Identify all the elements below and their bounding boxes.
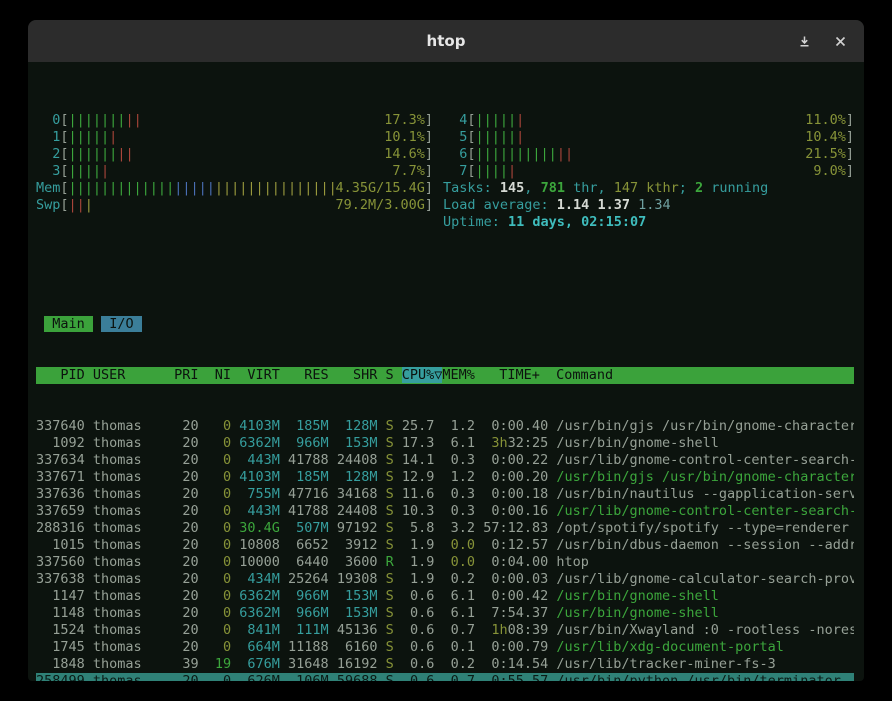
meter-value: 10.1% bbox=[384, 129, 425, 146]
meter-track: |||||||||||||||||||||||||||||||||| bbox=[69, 180, 336, 197]
terminal-window: htop 0[|||||||||17.3%] 4[||||||11.0%] 1[… bbox=[28, 20, 864, 681]
process-row[interactable]: 1015 thomas 20 0 10808 6652 3912 S 1.9 0… bbox=[36, 537, 854, 554]
process-row[interactable]: 1148 thomas 20 0 6362M 966M 153M S 0.6 6… bbox=[36, 605, 854, 622]
meter-label: 6 bbox=[443, 146, 467, 163]
cpu-meter: 7[|||||9.0%] bbox=[443, 163, 854, 180]
meter-label: 5 bbox=[443, 129, 467, 146]
process-row[interactable]: 337659 thomas 20 0 443M 41788 24408 S 10… bbox=[36, 503, 854, 520]
process-row[interactable]: 1092 thomas 20 0 6362M 966M 153M S 17.3 … bbox=[36, 435, 854, 452]
meter-track: ||||| bbox=[476, 163, 814, 180]
meter-track: ||||||||| bbox=[69, 112, 385, 129]
meter-value: 79.2M/3.00G bbox=[335, 197, 424, 214]
meter-track: |||||| bbox=[476, 129, 806, 146]
meter-label: 2 bbox=[36, 146, 60, 163]
process-row[interactable]: 337638 thomas 20 0 434M 25264 19308 S 1.… bbox=[36, 571, 854, 588]
htop-terminal: 0[|||||||||17.3%] 4[||||||11.0%] 1[|||||… bbox=[28, 62, 864, 681]
meter-label: 1 bbox=[36, 129, 60, 146]
process-row[interactable]: 1524 thomas 20 0 841M 111M 45136 S 0.6 0… bbox=[36, 622, 854, 639]
uptime: Uptime: 11 days, 02:15:07 bbox=[443, 214, 646, 231]
window-titlebar[interactable]: htop bbox=[28, 20, 864, 62]
cpu-meter: 0[|||||||||17.3%] bbox=[36, 112, 433, 129]
cpu-meter: 2[||||||||14.6%] bbox=[36, 146, 433, 163]
load-average: Load average: 1.14 1.37 1.34 bbox=[443, 197, 671, 214]
meter-label: 0 bbox=[36, 112, 60, 129]
meter-value: 7.7% bbox=[392, 163, 425, 180]
process-row[interactable]: 337634 thomas 20 0 443M 41788 24408 S 14… bbox=[36, 452, 854, 469]
meter-area: 0[|||||||||17.3%] 4[||||||11.0%] 1[|||||… bbox=[36, 112, 854, 231]
cpu-meter: 4[||||||11.0%] bbox=[443, 112, 854, 129]
process-row[interactable]: 1745 thomas 20 0 664M 11188 6160 S 0.6 0… bbox=[36, 639, 854, 656]
close-icon[interactable] bbox=[835, 36, 846, 47]
process-table-header[interactable]: PID USER PRI NI VIRT RES SHR S CPU%▽MEM%… bbox=[36, 367, 854, 384]
meter-track: |||||||||||| bbox=[476, 146, 806, 163]
meter-value: 9.0% bbox=[813, 163, 846, 180]
meter-track: ||||| bbox=[69, 163, 393, 180]
sort-column-header[interactable]: CPU%▽ bbox=[402, 367, 443, 383]
process-row[interactable]: 1147 thomas 20 0 6362M 966M 153M S 0.6 6… bbox=[36, 588, 854, 605]
memory-meter: Mem[||||||||||||||||||||||||||||||||||4.… bbox=[36, 180, 433, 197]
window-title: htop bbox=[427, 32, 466, 50]
meter-label: 3 bbox=[36, 163, 60, 180]
meter-label: 4 bbox=[443, 112, 467, 129]
cpu-meter: 5[||||||10.4%] bbox=[443, 129, 854, 146]
process-row[interactable]: 337671 thomas 20 0 4103M 185M 128M S 12.… bbox=[36, 469, 854, 486]
process-row[interactable]: 337560 thomas 20 0 10000 6440 3600 R 1.9… bbox=[36, 554, 854, 571]
meter-row: 0[|||||||||17.3%] 4[||||||11.0%] bbox=[36, 112, 854, 129]
process-row[interactable]: 337636 thomas 20 0 755M 47716 34168 S 11… bbox=[36, 486, 854, 503]
meter-row: 1[||||||10.1%] 5[||||||10.4%] bbox=[36, 129, 854, 146]
meter-row: Uptime: 11 days, 02:15:07 bbox=[36, 214, 854, 231]
meter-value: 11.0% bbox=[805, 112, 846, 129]
meter-row: Swp[|||79.2M/3.00G] Load average: 1.14 1.… bbox=[36, 197, 854, 214]
meter-row: 3[|||||7.7%] 7[|||||9.0%] bbox=[36, 163, 854, 180]
process-row[interactable]: 258499 thomas 20 0 626M 106M 59688 S 0.6… bbox=[36, 673, 854, 681]
download-arrow-icon[interactable] bbox=[798, 35, 811, 48]
meter-value: 4.35G/15.4G bbox=[335, 180, 424, 197]
tab-main[interactable]: Main bbox=[44, 316, 93, 332]
screen-tabs: Main I/O bbox=[36, 316, 854, 333]
meter-value: 14.6% bbox=[384, 146, 425, 163]
process-row[interactable]: 1848 thomas 39 19 676M 31648 16192 S 0.6… bbox=[36, 656, 854, 673]
swap-meter: Swp[|||79.2M/3.00G] bbox=[36, 197, 433, 214]
meter-track: ||| bbox=[69, 197, 336, 214]
tab-io[interactable]: I/O bbox=[101, 316, 142, 332]
process-row[interactable]: 337640 thomas 20 0 4103M 185M 128M S 25.… bbox=[36, 418, 854, 435]
process-table-body: 337640 thomas 20 0 4103M 185M 128M S 25.… bbox=[36, 418, 854, 681]
cpu-meter: 1[||||||10.1%] bbox=[36, 129, 433, 146]
meter-track: |||||||| bbox=[69, 146, 385, 163]
meter-track: |||||| bbox=[476, 112, 806, 129]
meter-label: Swp bbox=[36, 197, 60, 214]
meter-value: 10.4% bbox=[805, 129, 846, 146]
process-row[interactable]: 288316 thomas 20 0 30.4G 507M 97192 S 5.… bbox=[36, 520, 854, 537]
meter-value: 21.5% bbox=[805, 146, 846, 163]
meter-row: Mem[||||||||||||||||||||||||||||||||||4.… bbox=[36, 180, 854, 197]
meter-row: 2[||||||||14.6%] 6[||||||||||||21.5%] bbox=[36, 146, 854, 163]
cpu-meter: 3[|||||7.7%] bbox=[36, 163, 433, 180]
cpu-meter: 6[||||||||||||21.5%] bbox=[443, 146, 854, 163]
tasks-summary: Tasks: 145, 781 thr, 147 kthr; 2 running bbox=[443, 180, 768, 197]
meter-label: 7 bbox=[443, 163, 467, 180]
meter-label: Mem bbox=[36, 180, 60, 197]
meter-track: |||||| bbox=[69, 129, 385, 146]
meter-value: 17.3% bbox=[384, 112, 425, 129]
